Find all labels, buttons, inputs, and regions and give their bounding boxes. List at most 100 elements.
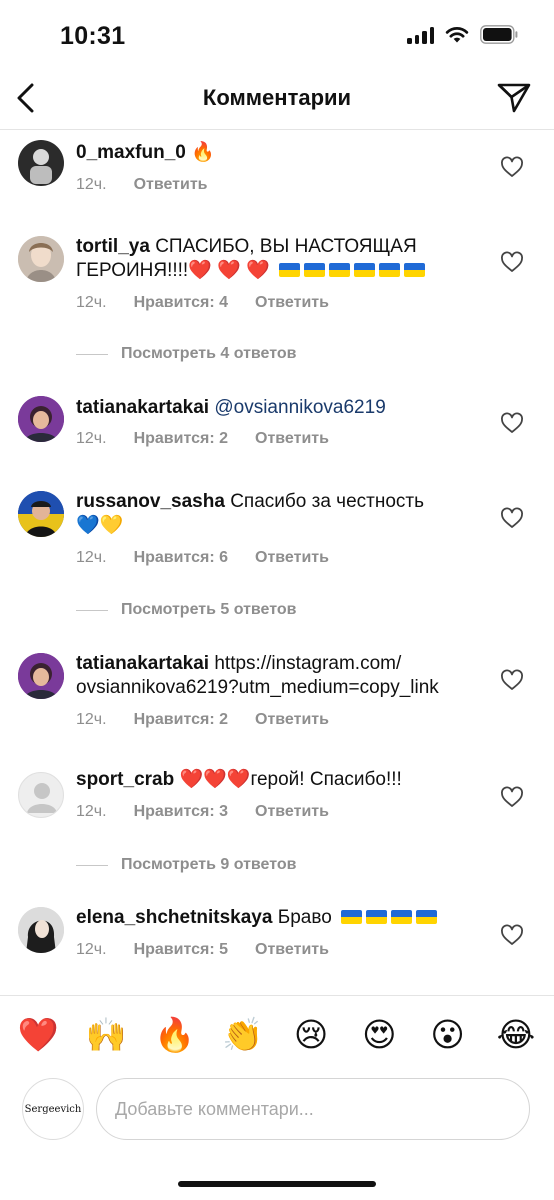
like-heart-icon[interactable] <box>500 924 524 946</box>
view-replies-label: Посмотреть 4 ответов <box>121 345 297 362</box>
paper-plane-icon <box>497 83 531 113</box>
comment-username[interactable]: elena_shchetnitskaya <box>76 907 272 928</box>
yellow-heart-icon: 💛 <box>99 515 124 536</box>
avatar[interactable] <box>18 653 64 699</box>
red-heart-icon: ❤️ ❤️ ❤️ <box>188 260 270 281</box>
my-avatar[interactable]: Sergeevich <box>22 1078 84 1140</box>
comment-emoji: 🔥 <box>191 142 215 163</box>
back-button[interactable] <box>8 80 44 116</box>
comment-time: 12ч. <box>76 941 107 958</box>
comment-username[interactable]: sport_crab <box>76 769 174 790</box>
mention-link[interactable]: @ovsiannikova6219 <box>214 397 385 418</box>
ukraine-flag-icon <box>416 910 438 924</box>
reply-button[interactable]: Ответить <box>255 294 329 312</box>
comment-username[interactable]: tatianakartakai <box>76 397 209 418</box>
page-title: Комментарии <box>202 85 352 110</box>
crying-face-emoji-button[interactable]: 😢 <box>287 1011 335 1059</box>
avatar[interactable] <box>18 236 64 282</box>
likes-count-button[interactable]: Нравится: 6 <box>134 549 228 567</box>
quick-reactions-bar: ❤️ 🙌 🔥 👏 😢 😍 😮 😂 <box>0 995 554 1073</box>
ukraine-flag-icon <box>279 263 301 277</box>
view-replies-button[interactable]: Посмотреть 4 ответов <box>76 345 296 363</box>
avatar[interactable] <box>18 772 64 818</box>
status-time: 10:31 <box>60 22 126 50</box>
comment-meta: 12ч. Нравится: 4 Ответить <box>76 294 329 312</box>
avatar[interactable] <box>18 491 64 537</box>
comment-message: Браво <box>277 907 332 928</box>
likes-count-button[interactable]: Нравится: 3 <box>134 803 228 821</box>
heart-eyes-emoji-button[interactable]: 😍 <box>355 1011 403 1059</box>
comment-meta: 12ч. Нравится: 2 Ответить <box>76 711 329 729</box>
comment-text: tortil_ya СПАСИБО, ВЫ НАСТОЯЩАЯ ГЕРОИНЯ!… <box>76 235 486 283</box>
tears-of-joy-emoji-button[interactable]: 😂 <box>492 1011 540 1059</box>
ukraine-flag-icon <box>341 910 363 924</box>
view-replies-label: Посмотреть 9 ответов <box>121 856 297 873</box>
comment-username[interactable]: tortil_ya <box>76 236 150 257</box>
reply-button[interactable]: Ответить <box>134 176 208 194</box>
red-heart-icon: ❤️❤️❤️ <box>179 769 251 790</box>
view-replies-button[interactable]: Посмотреть 5 ответов <box>76 601 296 619</box>
comment-input[interactable] <box>96 1078 530 1140</box>
avatar[interactable] <box>18 907 64 953</box>
cellular-signal-icon <box>407 26 434 44</box>
comment-message: Спасибо за честность <box>230 491 425 512</box>
ukraine-flag-icon <box>379 263 401 277</box>
comment-username[interactable]: 0_maxfun_0 <box>76 142 186 163</box>
avatar-logo-text: Sergeevich <box>24 1103 82 1115</box>
comment-time: 12ч. <box>76 176 107 193</box>
wifi-icon <box>445 27 469 43</box>
comment-username[interactable]: tatianakartakai <box>76 653 209 674</box>
reply-button[interactable]: Ответить <box>255 941 329 959</box>
like-heart-icon[interactable] <box>500 251 524 273</box>
like-heart-icon[interactable] <box>500 507 524 529</box>
reply-button[interactable]: Ответить <box>255 549 329 567</box>
comment-username[interactable]: russanov_sasha <box>76 491 225 512</box>
avatar[interactable] <box>18 140 64 186</box>
ukraine-flag-icon <box>404 263 426 277</box>
comment-composer: Sergeevich <box>0 1073 554 1153</box>
comment-time: 12ч. <box>76 294 107 311</box>
comment-text: elena_shchetnitskaya Браво <box>76 906 486 930</box>
reply-button[interactable]: Ответить <box>255 803 329 821</box>
status-icons <box>407 25 518 44</box>
reply-button[interactable]: Ответить <box>255 711 329 729</box>
like-heart-icon[interactable] <box>500 669 524 691</box>
comment-time: 12ч. <box>76 711 107 728</box>
like-heart-icon[interactable] <box>500 786 524 808</box>
divider <box>76 864 108 866</box>
comment-meta: 12ч. Ответить <box>76 176 208 194</box>
ukraine-flag-icon <box>366 910 388 924</box>
divider <box>76 353 108 355</box>
blue-heart-icon: 💙 <box>76 515 100 536</box>
likes-count-button[interactable]: Нравится: 2 <box>134 430 228 448</box>
like-heart-icon[interactable] <box>500 412 524 434</box>
red-heart-emoji-button[interactable]: ❤️ <box>14 1011 62 1059</box>
ukraine-flag-icon <box>329 263 351 277</box>
comment-time: 12ч. <box>76 430 107 447</box>
reply-button[interactable]: Ответить <box>255 430 329 448</box>
surprised-face-emoji-button[interactable]: 😮 <box>424 1011 472 1059</box>
comment-text: tatianakartakai @ovsiannikova6219 <box>76 396 486 420</box>
likes-count-button[interactable]: Нравится: 2 <box>134 711 228 729</box>
comment-meta: 12ч. Нравится: 2 Ответить <box>76 430 329 448</box>
share-button[interactable] <box>494 80 534 116</box>
comment-time: 12ч. <box>76 803 107 820</box>
comment-meta: 12ч. Нравится: 3 Ответить <box>76 803 329 821</box>
header: Комментарии <box>0 70 554 130</box>
comment-text: tatianakartakai https://instagram.com/ o… <box>76 652 486 700</box>
ukraine-flag-icon <box>304 263 326 277</box>
view-replies-label: Посмотреть 5 ответов <box>121 601 297 618</box>
like-heart-icon[interactable] <box>500 156 524 178</box>
status-bar: 10:31 <box>0 0 554 70</box>
clapping-hands-emoji-button[interactable]: 👏 <box>219 1011 267 1059</box>
comment-text: sport_crab ❤️❤️❤️герой! Спасибо!!! <box>76 768 486 792</box>
likes-count-button[interactable]: Нравится: 5 <box>134 941 228 959</box>
comment-time: 12ч. <box>76 549 107 566</box>
likes-count-button[interactable]: Нравится: 4 <box>134 294 228 312</box>
raising-hands-emoji-button[interactable]: 🙌 <box>82 1011 130 1059</box>
view-replies-button[interactable]: Посмотреть 9 ответов <box>76 856 296 874</box>
fire-emoji-button[interactable]: 🔥 <box>151 1011 199 1059</box>
avatar[interactable] <box>18 396 64 442</box>
comments-list[interactable]: 0_maxfun_0 🔥 12ч. Ответить tortil_ya СПА… <box>0 131 554 995</box>
home-indicator[interactable] <box>178 1181 376 1187</box>
